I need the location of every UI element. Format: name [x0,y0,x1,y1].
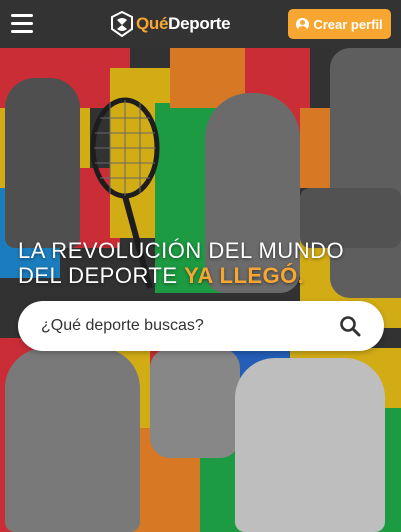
hero-headline: LA REVOLUCIÓN DEL MUNDO DEL DEPORTE YA L… [18,238,388,288]
user-circle-icon [296,17,310,31]
hamburger-icon[interactable] [11,14,33,34]
logo-mark-icon [111,11,133,37]
logo-text-accent: Qué [136,14,169,33]
hero-banner [0,48,401,532]
headline-highlight: YA LLEGÓ. [184,263,305,288]
logo[interactable]: QuéDeporte [110,10,231,38]
headline-line-2: DEL DEPORTE YA LLEGÓ. [18,263,388,288]
headline-line-1: LA REVOLUCIÓN DEL MUNDO [18,238,345,263]
create-profile-button[interactable]: Crear perfil [288,9,391,39]
logo-text-main: Deporte [168,14,231,33]
top-bar: QuéDeporte Crear perfil [0,0,401,48]
hero-overlay [0,48,401,532]
sport-search-input[interactable] [18,317,330,335]
create-profile-label: Crear perfil [313,16,383,32]
search-button[interactable] [330,306,370,346]
search-icon [340,316,361,337]
headline-text: DEL DEPORTE [18,263,178,288]
logo-text: QuéDeporte [136,14,231,34]
sport-search-bar [18,301,384,351]
